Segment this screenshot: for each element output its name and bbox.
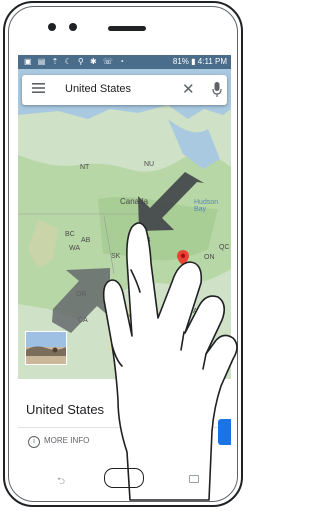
home-button[interactable]: [104, 468, 144, 488]
zoom-out-arrow-lower-icon: [52, 268, 110, 333]
back-nav-icon[interactable]: ⮌: [57, 474, 65, 491]
recent-apps-icon[interactable]: [189, 475, 199, 483]
pinch-gesture-overlay: [52, 172, 238, 501]
zoom-out-arrow-upper-icon: [138, 172, 204, 231]
hand-gesture-icon: [102, 222, 238, 501]
